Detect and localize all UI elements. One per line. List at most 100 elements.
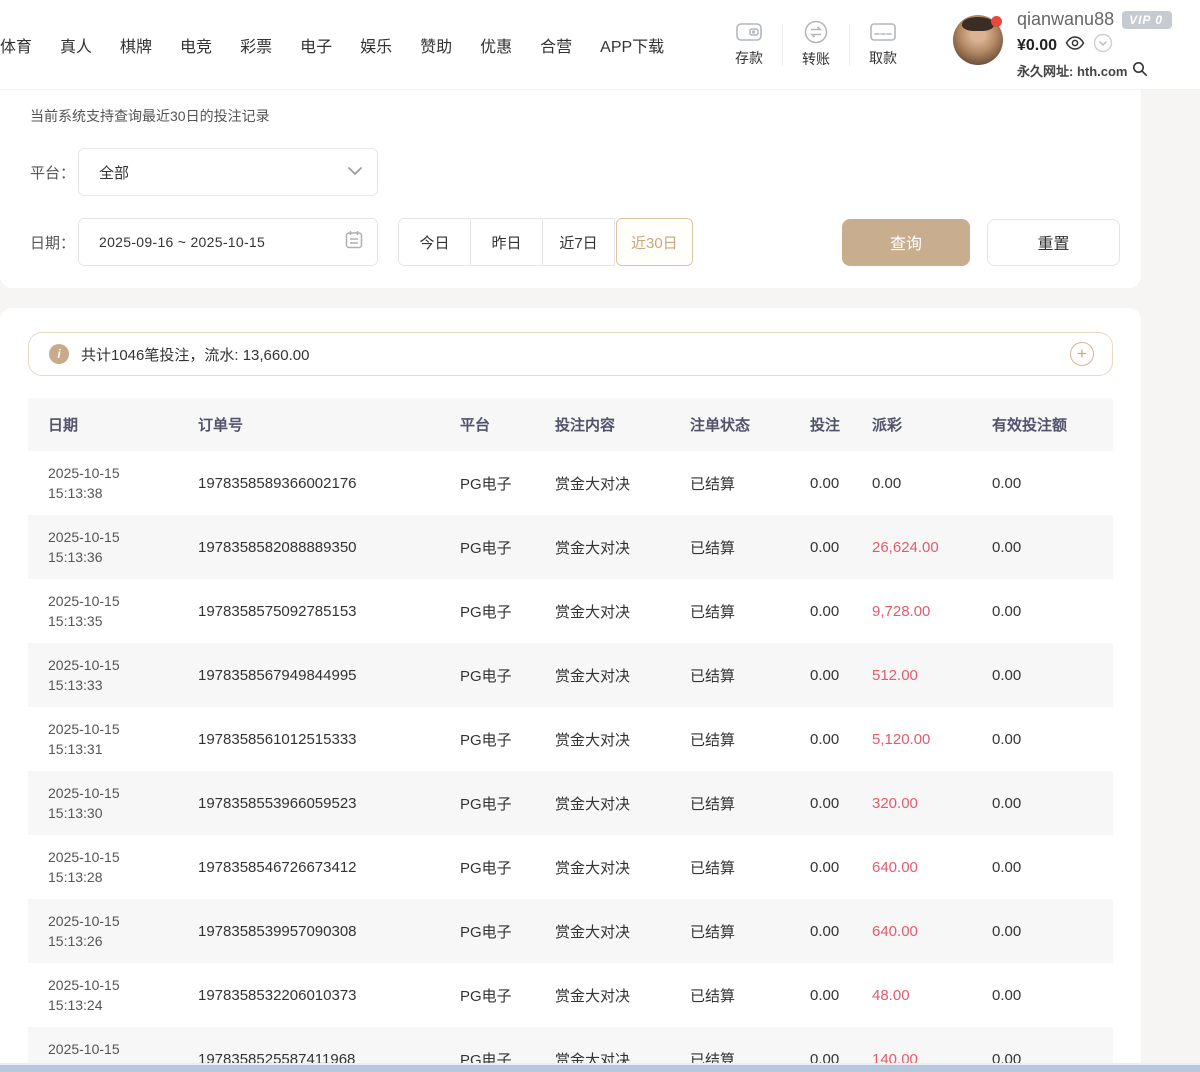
cell-bet: 0.00 — [810, 731, 872, 748]
cell-content: 赏金大对决 — [555, 601, 690, 622]
cell-date: 2025-10-1515:13:24 — [48, 975, 198, 1015]
notification-dot — [991, 16, 1002, 27]
nav-item[interactable]: 电竞 — [180, 33, 212, 57]
cell-bet: 0.00 — [810, 603, 872, 620]
wallet-actions: 存款 转账 取款 — [717, 20, 915, 69]
date-range-input[interactable]: 2025-09-16 ~ 2025-10-15 — [78, 218, 378, 266]
cell-valid: 0.00 — [992, 795, 1113, 812]
nav-item[interactable]: 电子 — [300, 33, 332, 57]
col-header-order: 订单号 — [198, 414, 460, 435]
cell-status: 已结算 — [690, 793, 810, 814]
cell-status: 已结算 — [690, 921, 810, 942]
cell-payout: 26,624.00 — [872, 539, 992, 556]
cell-order: 1978358582088889350 — [198, 539, 460, 556]
cell-payout: 640.00 — [872, 859, 992, 876]
cell-payout: 512.00 — [872, 667, 992, 684]
cell-valid: 0.00 — [992, 475, 1113, 492]
cell-platform: PG电子 — [460, 473, 555, 494]
bottom-scrollbar[interactable] — [0, 1065, 1200, 1072]
cell-platform: PG电子 — [460, 985, 555, 1006]
table-body: 2025-10-1515:13:38 1978358589366002176 P… — [28, 451, 1113, 1072]
platform-select[interactable]: 全部 — [78, 148, 378, 196]
cell-platform: PG电子 — [460, 601, 555, 622]
deposit-button[interactable]: 存款 — [717, 21, 781, 68]
quick-30days-button[interactable]: 近30日 — [616, 218, 693, 266]
nav-item[interactable]: 赞助 — [420, 33, 452, 57]
cell-content: 赏金大对决 — [555, 473, 690, 494]
nav-item[interactable]: 彩票 — [240, 33, 272, 57]
cell-order: 1978358561012515333 — [198, 731, 460, 748]
cell-bet: 0.00 — [810, 475, 872, 492]
info-icon: i — [49, 344, 69, 364]
col-header-date: 日期 — [48, 414, 198, 435]
divider — [849, 24, 850, 66]
user-avatar[interactable] — [953, 15, 1003, 65]
cell-platform: PG电子 — [460, 793, 555, 814]
cell-status: 已结算 — [690, 537, 810, 558]
top-navbar: 体育 真人 棋牌 电竞 彩票 电子 娱乐 赞助 优惠 合营 APP下载 — [0, 0, 1200, 90]
table-row: 2025-10-1515:13:35 1978358575092785153 P… — [28, 579, 1113, 643]
cell-date: 2025-10-1515:13:28 — [48, 847, 198, 887]
transfer-button[interactable]: 转账 — [784, 20, 848, 69]
cell-date: 2025-10-1515:13:35 — [48, 591, 198, 631]
nav-item[interactable]: APP下载 — [600, 33, 664, 57]
vip-badge: VIP 0 — [1122, 11, 1172, 29]
cell-bet: 0.00 — [810, 987, 872, 1004]
query-button[interactable]: 查询 — [842, 219, 970, 266]
cell-valid: 0.00 — [992, 667, 1113, 684]
balance-amount: ¥0.00 — [1017, 37, 1057, 55]
table-row: 2025-10-1515:13:36 1978358582088889350 P… — [28, 515, 1113, 579]
quick-7days-button[interactable]: 近7日 — [542, 218, 615, 266]
date-filter-row: 日期： 2025-09-16 ~ 2025-10-15 今日 昨日 近7日 近3… — [30, 218, 1120, 266]
nav-item[interactable]: 棋牌 — [120, 33, 152, 57]
cell-status: 已结算 — [690, 985, 810, 1006]
cell-platform: PG电子 — [460, 537, 555, 558]
cell-valid: 0.00 — [992, 859, 1113, 876]
expand-plus-icon[interactable]: + — [1070, 342, 1094, 366]
cell-status: 已结算 — [690, 473, 810, 494]
eye-icon[interactable] — [1065, 36, 1085, 55]
cell-payout: 5,120.00 — [872, 731, 992, 748]
date-range-value: 2025-09-16 ~ 2025-10-15 — [99, 234, 345, 250]
cell-content: 赏金大对决 — [555, 729, 690, 750]
magnifier-icon[interactable] — [1132, 61, 1148, 80]
nav-item[interactable]: 真人 — [60, 33, 92, 57]
nav-item[interactable]: 体育 — [0, 33, 32, 57]
cell-date: 2025-10-1515:13:30 — [48, 783, 198, 823]
chevron-down-icon — [347, 163, 363, 181]
cell-status: 已结算 — [690, 857, 810, 878]
platform-label: 平台： — [30, 162, 78, 183]
nav-item[interactable]: 优惠 — [480, 33, 512, 57]
table-row: 2025-10-1515:13:33 1978358567949844995 P… — [28, 643, 1113, 707]
cell-payout: 9,728.00 — [872, 603, 992, 620]
quick-yesterday-button[interactable]: 昨日 — [470, 218, 543, 266]
cell-payout: 0.00 — [872, 475, 992, 492]
username[interactable]: qianwanu88 — [1017, 9, 1114, 30]
deposit-label: 存款 — [735, 48, 763, 68]
col-header-content: 投注内容 — [555, 414, 690, 435]
cell-status: 已结算 — [690, 601, 810, 622]
table-row: 2025-10-1515:13:38 1978358589366002176 P… — [28, 451, 1113, 515]
quick-today-button[interactable]: 今日 — [398, 218, 471, 266]
permanent-url-label[interactable]: 永久网址: hth.com — [1017, 61, 1128, 80]
withdraw-button[interactable]: 取款 — [851, 21, 915, 68]
cell-content: 赏金大对决 — [555, 665, 690, 686]
main-nav: 体育 真人 棋牌 电竞 彩票 电子 娱乐 赞助 优惠 合营 APP下载 — [0, 33, 664, 57]
cell-valid: 0.00 — [992, 603, 1113, 620]
transfer-label: 转账 — [802, 49, 830, 69]
bet-records-table: 日期 订单号 平台 投注内容 注单状态 投注 派彩 有效投注额 2025-10-… — [28, 398, 1113, 1072]
col-header-status: 注单状态 — [690, 414, 810, 435]
wallet-icon — [736, 21, 762, 43]
cell-status: 已结算 — [690, 729, 810, 750]
nav-item[interactable]: 合营 — [540, 33, 572, 57]
table-row: 2025-10-1515:13:26 1978358539957090308 P… — [28, 899, 1113, 963]
cell-valid: 0.00 — [992, 923, 1113, 940]
quick-range-group: 今日 昨日 近7日 近30日 — [398, 218, 693, 266]
col-header-valid: 有效投注额 — [992, 414, 1113, 435]
nav-item[interactable]: 娱乐 — [360, 33, 392, 57]
withdraw-label: 取款 — [869, 48, 897, 68]
refresh-balance-icon[interactable] — [1093, 33, 1113, 58]
cell-bet: 0.00 — [810, 539, 872, 556]
transfer-icon — [804, 20, 828, 44]
reset-button[interactable]: 重置 — [987, 219, 1120, 266]
